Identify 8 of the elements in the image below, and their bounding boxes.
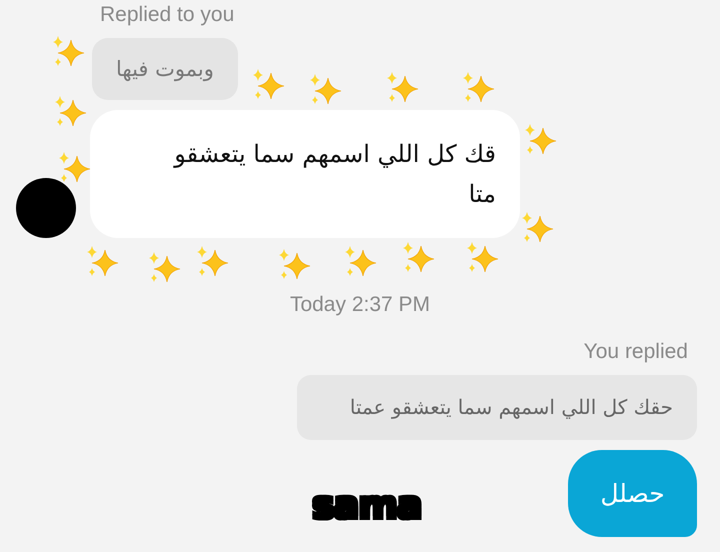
reply-label: Replied to you [100, 2, 236, 28]
quoted-message: حقك كل اللي اسمهم سما يتعشقو عمتا [297, 375, 697, 440]
caption-text: sama [312, 482, 422, 528]
message-bubble: قك كل اللي اسمهم سما يتعشقو متا [90, 110, 520, 238]
reply-label: You replied [584, 339, 689, 365]
quoted-message: وبموت فيها [92, 38, 238, 100]
timestamp: Today 2:37 PM [288, 292, 432, 318]
message-bubble: حصلل [568, 450, 697, 537]
